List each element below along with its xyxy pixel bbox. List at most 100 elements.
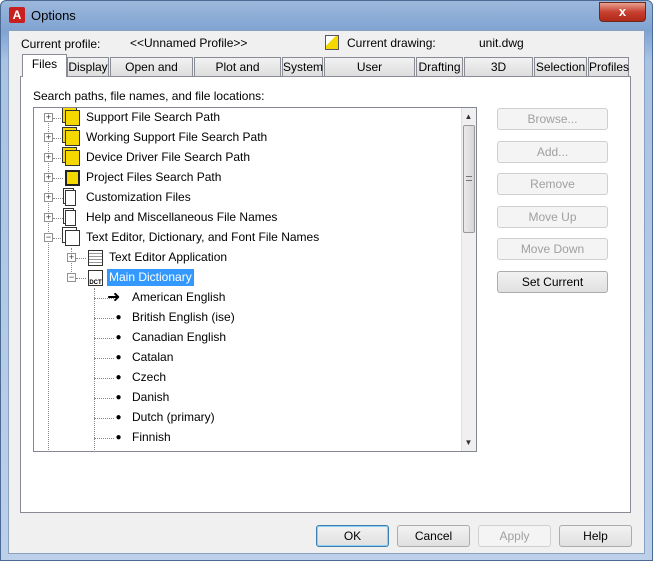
bullet-icon: ● bbox=[115, 432, 122, 443]
tree-item[interactable]: ● Catalan bbox=[34, 348, 462, 368]
tree-item[interactable]: + Project Files Search Path bbox=[34, 168, 462, 188]
autocad-logo-icon: A bbox=[9, 7, 25, 23]
tree-item[interactable]: ● Czech bbox=[34, 368, 462, 388]
documents-icon bbox=[65, 230, 80, 246]
tree-item-label: Working Support File Search Path bbox=[86, 130, 268, 144]
expand-icon[interactable]: + bbox=[67, 253, 76, 262]
set-current-button[interactable]: Set Current bbox=[497, 271, 608, 293]
tab-display[interactable]: Display bbox=[67, 57, 109, 77]
tree-item-label: Danish bbox=[132, 390, 170, 404]
tree-item[interactable]: ● British English (ise) bbox=[34, 308, 462, 328]
cancel-button[interactable]: Cancel bbox=[397, 525, 470, 547]
expand-icon[interactable]: + bbox=[44, 173, 53, 182]
tree-item[interactable]: + Help and Miscellaneous File Names bbox=[34, 208, 462, 228]
dictionary-icon: DCT bbox=[88, 270, 103, 286]
tab-user-preferences[interactable]: User Preferences bbox=[324, 57, 415, 92]
collapse-icon[interactable]: − bbox=[67, 273, 76, 282]
tree-line bbox=[53, 198, 63, 199]
folders-icon bbox=[65, 110, 80, 126]
tree-item-label: Czech bbox=[132, 370, 167, 384]
tab-profiles[interactable]: Profiles bbox=[588, 57, 629, 77]
scrollbar-thumb[interactable] bbox=[463, 125, 475, 233]
bullet-icon: ● bbox=[115, 392, 122, 403]
tree-line bbox=[53, 118, 63, 119]
tree-item-label: Dutch (primary) bbox=[132, 410, 215, 424]
files-icon bbox=[65, 190, 76, 206]
tree-line bbox=[76, 278, 86, 279]
tab-3d-modeling[interactable]: 3D Modeling bbox=[464, 57, 533, 92]
tree-item-label: Customization Files bbox=[86, 190, 191, 204]
tab-drafting[interactable]: Drafting bbox=[416, 57, 463, 77]
tree-item[interactable]: − DCT Main Dictionary bbox=[34, 268, 462, 288]
tree-item[interactable]: ● Dutch (primary) bbox=[34, 408, 462, 428]
bullet-icon: ● bbox=[115, 352, 122, 363]
arrow-icon: ➜ bbox=[107, 289, 121, 306]
folders-icon bbox=[65, 150, 80, 166]
tree-item[interactable]: + Working Support File Search Path bbox=[34, 128, 462, 148]
help-button[interactable]: Help bbox=[559, 525, 632, 547]
tab-selection[interactable]: Selection bbox=[534, 57, 587, 77]
project-icon bbox=[65, 170, 80, 186]
tree-line bbox=[53, 158, 63, 159]
tree-item-label: American English bbox=[132, 290, 226, 304]
tree-item-label: Text Editor Application bbox=[109, 250, 228, 264]
notepad-icon bbox=[88, 250, 103, 266]
tree-item-label: British English (ise) bbox=[132, 310, 235, 324]
tree-line bbox=[53, 238, 63, 239]
scroll-down-arrow-icon[interactable]: ▼ bbox=[462, 435, 475, 450]
close-button[interactable]: x bbox=[599, 2, 646, 22]
tree-line bbox=[53, 218, 63, 219]
tree-item[interactable]: ● Danish bbox=[34, 388, 462, 408]
remove-button[interactable]: Remove bbox=[497, 173, 608, 195]
collapse-icon[interactable]: − bbox=[44, 233, 53, 242]
tree-item[interactable]: − Text Editor, Dictionary, and Font File … bbox=[34, 228, 462, 248]
tree-line bbox=[53, 138, 63, 139]
tree-item-label: Help and Miscellaneous File Names bbox=[86, 210, 278, 224]
current-profile-label: Current profile: bbox=[21, 37, 101, 51]
scroll-up-arrow-icon[interactable]: ▲ bbox=[462, 109, 475, 124]
current-profile-value: <<Unnamed Profile>> bbox=[130, 36, 248, 50]
tree-item-label: Catalan bbox=[132, 350, 174, 364]
tree-item[interactable]: + Device Driver File Search Path bbox=[34, 148, 462, 168]
drawing-icon bbox=[325, 35, 339, 50]
current-drawing-value: unit.dwg bbox=[479, 36, 524, 50]
ok-button[interactable]: OK bbox=[316, 525, 389, 547]
tab-files[interactable]: Files bbox=[22, 54, 67, 77]
file-tree[interactable]: + Support File Search Path + Working Suppor… bbox=[33, 107, 477, 452]
tree-item[interactable]: + Support File Search Path bbox=[34, 108, 462, 128]
tree-item[interactable]: ● Finnish bbox=[34, 428, 462, 448]
tree-item-label: Finnish bbox=[132, 430, 171, 444]
tree-item[interactable]: ➜ American English bbox=[34, 288, 462, 308]
expand-icon[interactable]: + bbox=[44, 133, 53, 142]
current-drawing-label: Current drawing: bbox=[347, 36, 436, 50]
bullet-icon: ● bbox=[115, 312, 122, 323]
tree-item[interactable]: + Customization Files bbox=[34, 188, 462, 208]
tab-open-and-save[interactable]: Open and Save bbox=[110, 57, 193, 92]
move-down-button[interactable]: Move Down bbox=[497, 238, 608, 260]
expand-icon[interactable]: + bbox=[44, 153, 53, 162]
bullet-icon: ● bbox=[115, 332, 122, 343]
tab-system[interactable]: System bbox=[282, 57, 323, 77]
expand-icon[interactable]: + bbox=[44, 113, 53, 122]
bullet-icon: ● bbox=[115, 372, 122, 383]
tree-item[interactable]: + Text Editor Application bbox=[34, 248, 462, 268]
folders-icon bbox=[65, 130, 80, 146]
expand-icon[interactable]: + bbox=[44, 213, 53, 222]
tree-item-label: Project Files Search Path bbox=[86, 170, 222, 184]
tree-item[interactable]: ● Canadian English bbox=[34, 328, 462, 348]
expand-icon[interactable]: + bbox=[44, 193, 53, 202]
move-up-button[interactable]: Move Up bbox=[497, 206, 608, 228]
tree-item-label: Main Dictionary bbox=[107, 269, 194, 286]
tree-item-label: Text Editor, Dictionary, and Font File N… bbox=[86, 230, 320, 244]
bullet-icon: ● bbox=[115, 412, 122, 423]
apply-button[interactable]: Apply bbox=[478, 525, 551, 547]
tree-line bbox=[53, 178, 63, 179]
tree-item-label: Support File Search Path bbox=[86, 110, 221, 124]
files-icon bbox=[65, 210, 76, 226]
add-button[interactable]: Add... bbox=[497, 141, 608, 163]
tree-item-label: Canadian English bbox=[132, 330, 227, 344]
browse-button[interactable]: Browse... bbox=[497, 108, 608, 130]
tab-plot-and-publish[interactable]: Plot and Publish bbox=[194, 57, 281, 92]
tree-line bbox=[76, 258, 86, 259]
section-label: Search paths, file names, and file locat… bbox=[33, 89, 265, 103]
